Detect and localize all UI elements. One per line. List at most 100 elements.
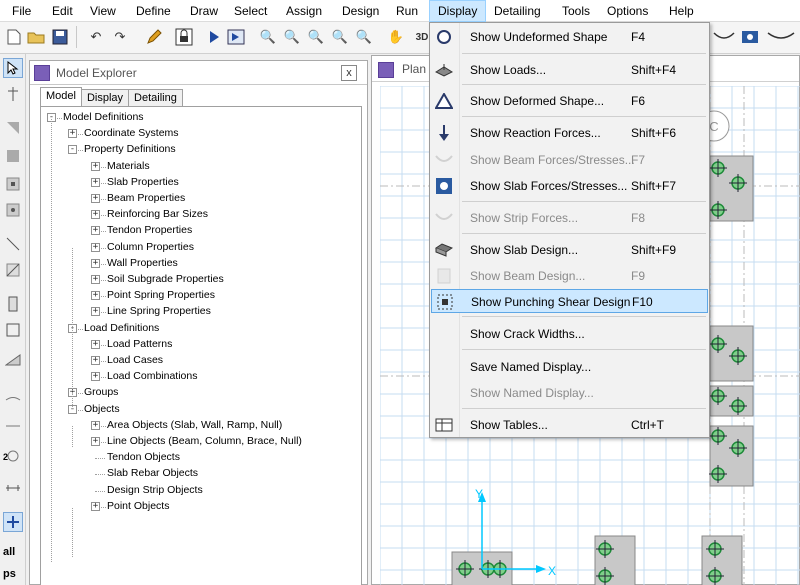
- draw-strip-icon[interactable]: [3, 350, 23, 370]
- zoom-rubber-icon[interactable]: 🔍: [282, 27, 302, 47]
- draw-tendon-icon[interactable]: [3, 320, 23, 340]
- tree-node-property-child[interactable]: Tendon Properties: [107, 223, 192, 238]
- menu-options[interactable]: Options: [599, 0, 656, 22]
- pencil-icon[interactable]: [144, 27, 164, 47]
- save-icon[interactable]: [50, 27, 70, 47]
- expand-icon[interactable]: +: [91, 291, 100, 301]
- draw-column-icon[interactable]: [3, 174, 23, 194]
- expand-icon[interactable]: +: [91, 226, 100, 236]
- tree-node-property-child[interactable]: Column Properties: [107, 240, 194, 255]
- pan-icon[interactable]: ✋: [386, 27, 406, 47]
- menu-draw[interactable]: Draw: [182, 0, 226, 22]
- close-icon[interactable]: x: [341, 65, 357, 81]
- zoom-out-icon[interactable]: 🔍: [330, 27, 350, 47]
- tree-node-property-definitions[interactable]: Property Definitions: [84, 142, 176, 157]
- snap-intersection-icon[interactable]: [3, 512, 23, 532]
- new-file-icon[interactable]: [4, 27, 24, 47]
- tree-node-property-child[interactable]: Reinforcing Bar Sizes: [107, 207, 208, 222]
- tree-node-property-child[interactable]: Slab Properties: [107, 175, 179, 190]
- draw-wall-icon[interactable]: [3, 294, 23, 314]
- tree-node-object-child[interactable]: Line Objects (Beam, Column, Brace, Null): [107, 434, 302, 449]
- menu-item-show-slab-design[interactable]: Show Slab Design... Shift+F9: [431, 238, 708, 262]
- frame-view-icon[interactable]: [712, 27, 736, 47]
- tree-node-groups[interactable]: Groups: [84, 385, 118, 400]
- menu-item-show-tables[interactable]: Show Tables... Ctrl+T: [431, 413, 708, 437]
- tree-node-property-child[interactable]: Point Spring Properties: [107, 288, 215, 303]
- tree-node-object-child[interactable]: Design Strip Objects: [107, 483, 203, 498]
- tree-node-property-child[interactable]: Line Spring Properties: [107, 304, 211, 319]
- tree-node-objects[interactable]: Objects: [84, 402, 120, 417]
- tree-node-property-child[interactable]: Soil Subgrade Properties: [107, 272, 224, 287]
- expand-icon[interactable]: +: [91, 372, 100, 382]
- lock-icon[interactable]: [174, 27, 194, 47]
- tree-node-object-child[interactable]: Tendon Objects: [107, 450, 180, 465]
- menu-select[interactable]: Select: [226, 0, 275, 22]
- menu-item-show-deformed-shape[interactable]: Show Deformed Shape... F6: [431, 89, 708, 113]
- tab-model[interactable]: Model: [40, 87, 82, 106]
- menu-define[interactable]: Define: [128, 0, 179, 22]
- menu-item-show-reaction-forces[interactable]: Show Reaction Forces... Shift+F6: [431, 121, 708, 145]
- draw-line-icon[interactable]: [3, 234, 23, 254]
- expand-icon[interactable]: +: [91, 501, 100, 511]
- menu-item-show-beam-forces-stresses[interactable]: Show Beam Forces/Stresses... F7: [431, 148, 708, 172]
- tree-node-property-child[interactable]: Materials: [107, 159, 150, 174]
- menu-item-show-beam-design[interactable]: Show Beam Design... F9: [431, 264, 708, 288]
- menu-view[interactable]: View: [82, 0, 124, 22]
- draw-beam-icon[interactable]: [3, 260, 23, 280]
- menu-edit[interactable]: Edit: [44, 0, 81, 22]
- menu-tools[interactable]: Tools: [554, 0, 598, 22]
- expand-icon[interactable]: +: [91, 307, 100, 317]
- tree-node-object-child[interactable]: Area Objects (Slab, Wall, Ramp, Null): [107, 418, 282, 433]
- expand-icon[interactable]: +: [91, 210, 100, 220]
- expand-icon[interactable]: +: [68, 129, 77, 139]
- expand-icon[interactable]: +: [91, 420, 100, 430]
- expand-icon[interactable]: +: [91, 258, 100, 268]
- menu-item-show-punching-shear-design[interactable]: Show Punching Shear Design F10: [431, 289, 708, 313]
- tree-node-load-child[interactable]: Load Cases: [107, 353, 163, 368]
- menu-help[interactable]: Help: [661, 0, 702, 22]
- tree-node-property-child[interactable]: Wall Properties: [107, 256, 178, 271]
- draw-rebar-icon[interactable]: [3, 416, 23, 436]
- menu-item-show-named-display[interactable]: Show Named Display...: [431, 381, 708, 405]
- menu-item-show-slab-forces-stresses[interactable]: Show Slab Forces/Stresses... Shift+F7: [431, 174, 708, 198]
- select-previous-label[interactable]: ps: [3, 568, 16, 580]
- run-icon[interactable]: [204, 27, 224, 47]
- run-analyze-icon[interactable]: [226, 27, 246, 47]
- tree-node-property-child[interactable]: Beam Properties: [107, 191, 185, 206]
- zoom-window-icon[interactable]: 🔍: [258, 27, 278, 47]
- zoom-previous-icon[interactable]: 🔍: [354, 27, 374, 47]
- reshape-icon[interactable]: [3, 84, 23, 104]
- tab-detailing[interactable]: Detailing: [128, 89, 183, 106]
- open-folder-icon[interactable]: [26, 27, 46, 47]
- draw-rectangle-icon[interactable]: [3, 146, 23, 166]
- tree-node-object-child[interactable]: Point Objects: [107, 499, 169, 514]
- menu-design[interactable]: Design: [334, 0, 387, 22]
- tree-node-load-definitions[interactable]: Load Definitions: [84, 321, 159, 336]
- expand-icon[interactable]: +: [91, 161, 100, 171]
- expand-icon[interactable]: +: [91, 177, 100, 187]
- draw-area-icon[interactable]: [3, 118, 23, 138]
- expand-icon[interactable]: +: [91, 242, 100, 252]
- expand-icon[interactable]: +: [91, 194, 100, 203]
- menu-item-show-strip-forces[interactable]: Show Strip Forces... F8: [431, 206, 708, 230]
- tab-display[interactable]: Display: [80, 89, 130, 106]
- select-pointer-icon[interactable]: [3, 58, 23, 78]
- expand-icon[interactable]: +: [91, 339, 100, 349]
- expand-icon[interactable]: +: [91, 275, 100, 284]
- draw-dimension-icon[interactable]: [3, 390, 23, 410]
- tree-node-load-child[interactable]: Load Patterns: [107, 337, 172, 352]
- snap-grid-icon[interactable]: [3, 478, 23, 498]
- menu-run[interactable]: Run: [388, 0, 426, 22]
- menu-file[interactable]: File: [4, 0, 39, 22]
- tree-node-coordinate-systems[interactable]: Coordinate Systems: [84, 126, 179, 141]
- undo-icon[interactable]: ↶: [86, 27, 106, 47]
- tree-node-load-child[interactable]: Load Combinations: [107, 369, 197, 384]
- menu-item-show-crack-widths[interactable]: Show Crack Widths...: [431, 322, 708, 346]
- menu-detailing[interactable]: Detailing: [486, 0, 549, 22]
- slab-view-icon[interactable]: [740, 27, 760, 47]
- menu-item-show-loads[interactable]: Show Loads... Shift+F4: [431, 58, 708, 82]
- select-all-label[interactable]: all: [3, 546, 15, 558]
- tree-node-model-definitions[interactable]: Model Definitions: [63, 110, 144, 125]
- menu-assign[interactable]: Assign: [278, 0, 330, 22]
- tree-node-object-child[interactable]: Slab Rebar Objects: [107, 466, 198, 481]
